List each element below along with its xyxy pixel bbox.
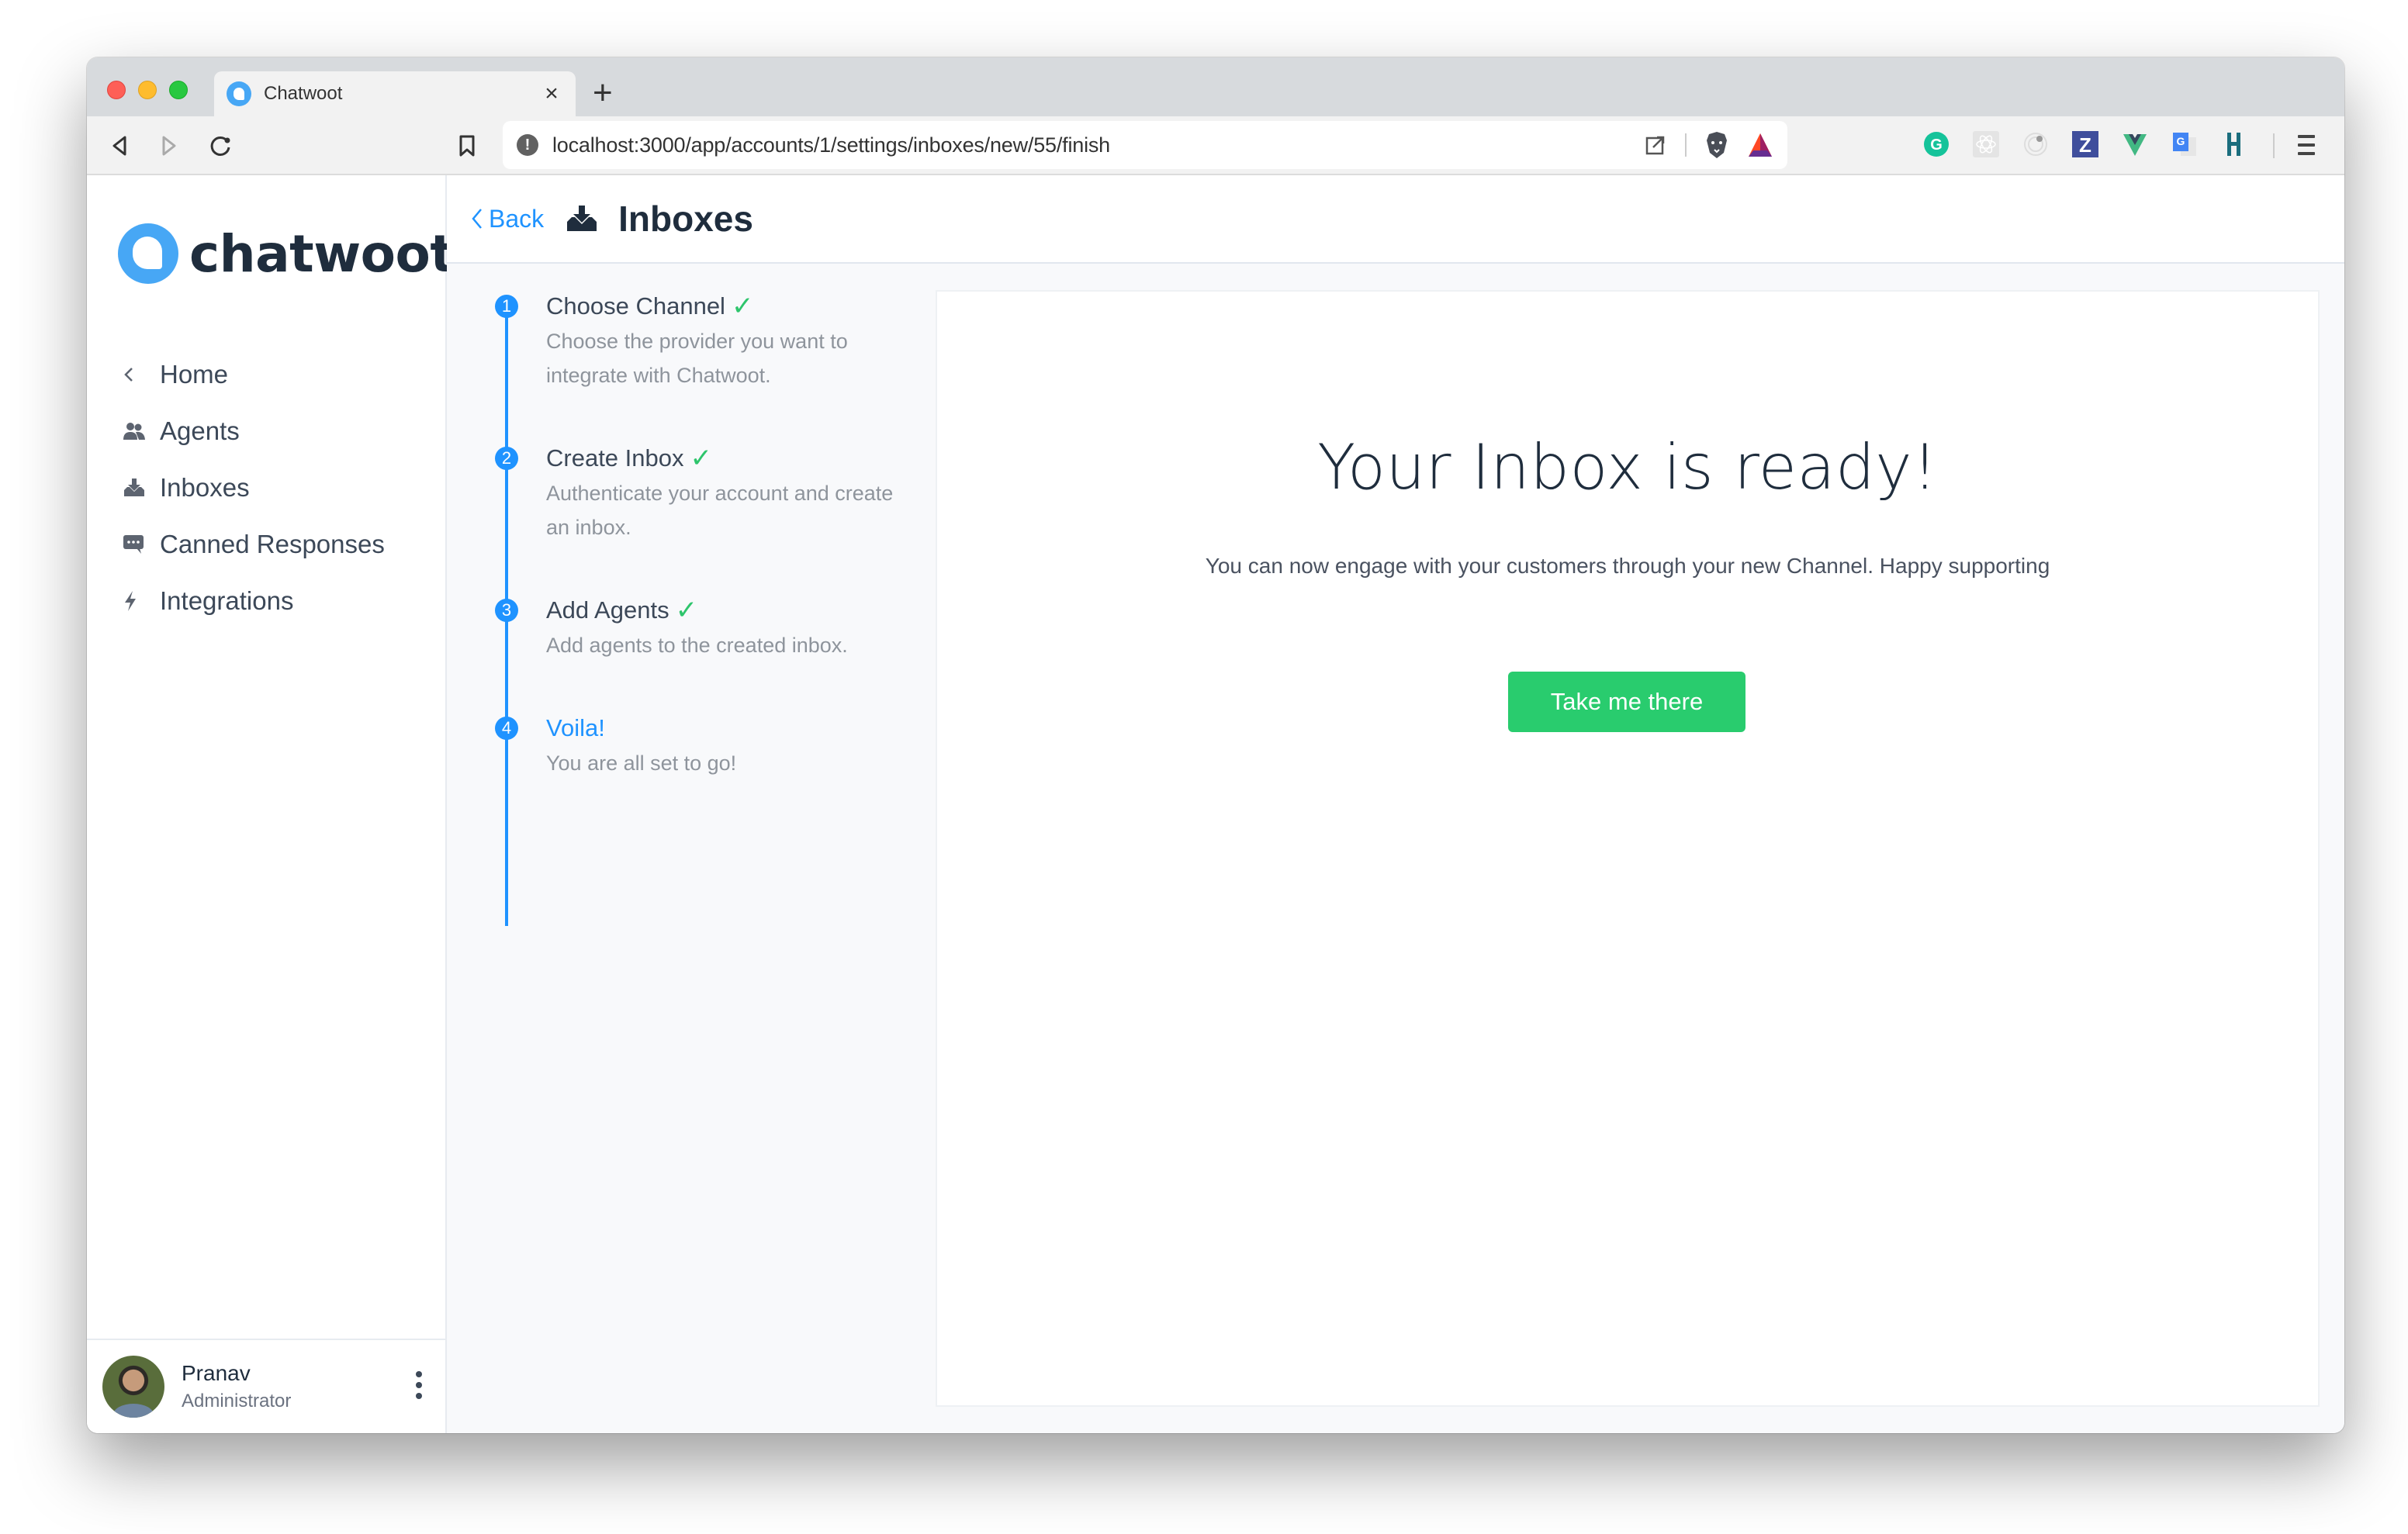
sidebar-item-label: Home xyxy=(160,359,229,389)
browser-toolbar: ! localhost:3000/app/accounts/1/settings… xyxy=(87,116,2344,175)
more-options-icon[interactable] xyxy=(416,1371,422,1399)
brave-shields-icon[interactable] xyxy=(1705,131,1728,159)
user-name: Pranav xyxy=(182,1361,251,1385)
page-title: Inboxes xyxy=(618,199,753,239)
zotero-icon[interactable]: Z xyxy=(2071,130,2099,158)
step-number-badge: 1 xyxy=(495,295,518,318)
back-button[interactable]: Back xyxy=(470,205,544,233)
wizard-step: 1 Choose Channel ✓ Choose the provider yo… xyxy=(495,290,929,442)
sidebar-item-label: Integrations xyxy=(160,586,294,615)
close-window-button[interactable] xyxy=(107,81,126,99)
sidebar-item-inboxes[interactable]: Inboxes xyxy=(123,459,385,516)
open-external-icon[interactable] xyxy=(1645,134,1666,156)
reload-button[interactable] xyxy=(205,130,236,161)
brave-rewards-icon[interactable] xyxy=(1747,132,1773,158)
wizard-step-active: 4 Voila! You are all set to go! xyxy=(495,712,929,780)
bolt-icon xyxy=(123,590,149,612)
sidebar-item-home[interactable]: Home xyxy=(123,346,385,403)
finish-card: Your Inbox is ready! You can now engage … xyxy=(936,290,2320,1407)
wizard-step: 3 Add Agents ✓ Add agents to the created … xyxy=(495,594,929,712)
sidebar-item-label: Inboxes xyxy=(160,472,250,502)
chat-bubble-icon xyxy=(123,534,149,555)
extension-icon[interactable] xyxy=(2022,130,2050,158)
finish-title: Your Inbox is ready! xyxy=(1317,431,1938,503)
step-description: You are all set to go! xyxy=(546,751,737,775)
chatwoot-favicon-icon xyxy=(227,81,251,106)
minimize-window-button[interactable] xyxy=(138,81,157,99)
user-role: Administrator xyxy=(182,1391,292,1411)
step-number-badge: 3 xyxy=(495,599,518,622)
wizard-step: 2 Create Inbox ✓ Authenticate your accoun… xyxy=(495,442,929,594)
tab-close-icon[interactable]: × xyxy=(540,81,563,107)
current-user[interactable]: Pranav Administrator xyxy=(87,1339,445,1433)
react-devtools-icon[interactable] xyxy=(1972,130,2000,158)
vue-devtools-icon[interactable] xyxy=(2121,130,2149,158)
chevron-left-icon xyxy=(472,209,482,229)
svg-text:G: G xyxy=(2177,135,2185,147)
step-description: Authenticate your account and create an … xyxy=(546,482,894,539)
wizard-steps: 1 Choose Channel ✓ Choose the provider yo… xyxy=(495,290,929,926)
sidebar-item-canned-responses[interactable]: Canned Responses xyxy=(123,516,385,572)
url-text[interactable]: localhost:3000/app/accounts/1/settings/i… xyxy=(552,133,1645,157)
settings-nav: Home Agents Inboxes Canned Responses Int… xyxy=(123,346,385,629)
site-info-icon[interactable]: ! xyxy=(517,134,538,156)
avatar[interactable] xyxy=(102,1356,164,1418)
window-controls xyxy=(107,81,188,99)
back-label: Back xyxy=(489,204,545,233)
back-arrow-icon xyxy=(112,136,126,156)
svg-text:Z: Z xyxy=(2079,133,2091,157)
browser-window: Chatwoot × + ! localhost:3000/app/accoun… xyxy=(87,57,2344,1433)
chatwoot-logo-icon xyxy=(118,223,178,284)
step-title: Choose Channel xyxy=(546,292,725,320)
sidebar-item-agents[interactable]: Agents xyxy=(123,403,385,459)
extension-bars-icon[interactable] xyxy=(2220,130,2248,158)
chatwoot-logo[interactable]: chatwoot xyxy=(118,223,455,284)
bookmark-icon xyxy=(459,135,475,157)
chevron-left-icon xyxy=(123,366,149,383)
tab-strip: Chatwoot × + xyxy=(87,57,2344,116)
checkmark-icon: ✓ xyxy=(731,292,754,321)
reload-icon xyxy=(210,136,230,156)
browser-tab[interactable]: Chatwoot × xyxy=(214,71,576,116)
inbox-download-icon xyxy=(566,206,598,232)
chatwoot-app: chatwoot Home Agents Inboxes Canned Resp… xyxy=(87,175,2344,1433)
sidebar: chatwoot Home Agents Inboxes Canned Resp… xyxy=(87,175,455,1433)
inbox-download-icon xyxy=(123,478,149,498)
step-description: Choose the provider you want to integrat… xyxy=(546,330,848,387)
step-title: Add Agents xyxy=(546,596,669,624)
sidebar-item-integrations[interactable]: Integrations xyxy=(123,572,385,629)
main-content: Back Inboxes 1 Choose Channel ✓ Choose th… xyxy=(447,175,2344,1433)
bookmark-button[interactable] xyxy=(452,130,483,161)
step-number-badge: 2 xyxy=(495,447,518,470)
browser-menu-icon[interactable] xyxy=(2298,135,2315,161)
grammarly-icon[interactable]: G xyxy=(1922,130,1950,158)
step-description: Add agents to the created inbox. xyxy=(546,634,848,657)
sidebar-item-label: Agents xyxy=(160,416,240,445)
forward-arrow-icon xyxy=(162,136,176,156)
step-title: Voila! xyxy=(546,714,605,741)
checkmark-icon: ✓ xyxy=(675,596,698,625)
google-translate-icon[interactable]: G xyxy=(2171,130,2199,158)
extension-icons: G Z G xyxy=(1922,130,2248,158)
step-title: Create Inbox xyxy=(546,444,684,472)
checkmark-icon: ✓ xyxy=(690,444,713,473)
address-bar[interactable]: ! localhost:3000/app/accounts/1/settings… xyxy=(503,121,1787,169)
step-number-badge: 4 xyxy=(495,717,518,740)
sidebar-item-label: Canned Responses xyxy=(160,529,385,558)
new-tab-button[interactable]: + xyxy=(593,74,613,112)
forward-nav-button[interactable] xyxy=(154,130,185,161)
logo-text: chatwoot xyxy=(189,223,455,284)
address-bar-divider xyxy=(1685,133,1687,157)
page-header: Back Inboxes xyxy=(447,175,2344,264)
tab-title: Chatwoot xyxy=(264,83,343,104)
back-nav-button[interactable] xyxy=(104,130,135,161)
svg-text:G: G xyxy=(1930,136,1943,154)
finish-subtitle: You can now engage with your customers t… xyxy=(1205,554,2050,578)
take-me-there-button[interactable]: Take me there xyxy=(1508,672,1745,732)
toolbar-divider xyxy=(2273,133,2275,158)
users-icon xyxy=(123,421,149,441)
maximize-window-button[interactable] xyxy=(169,81,188,99)
